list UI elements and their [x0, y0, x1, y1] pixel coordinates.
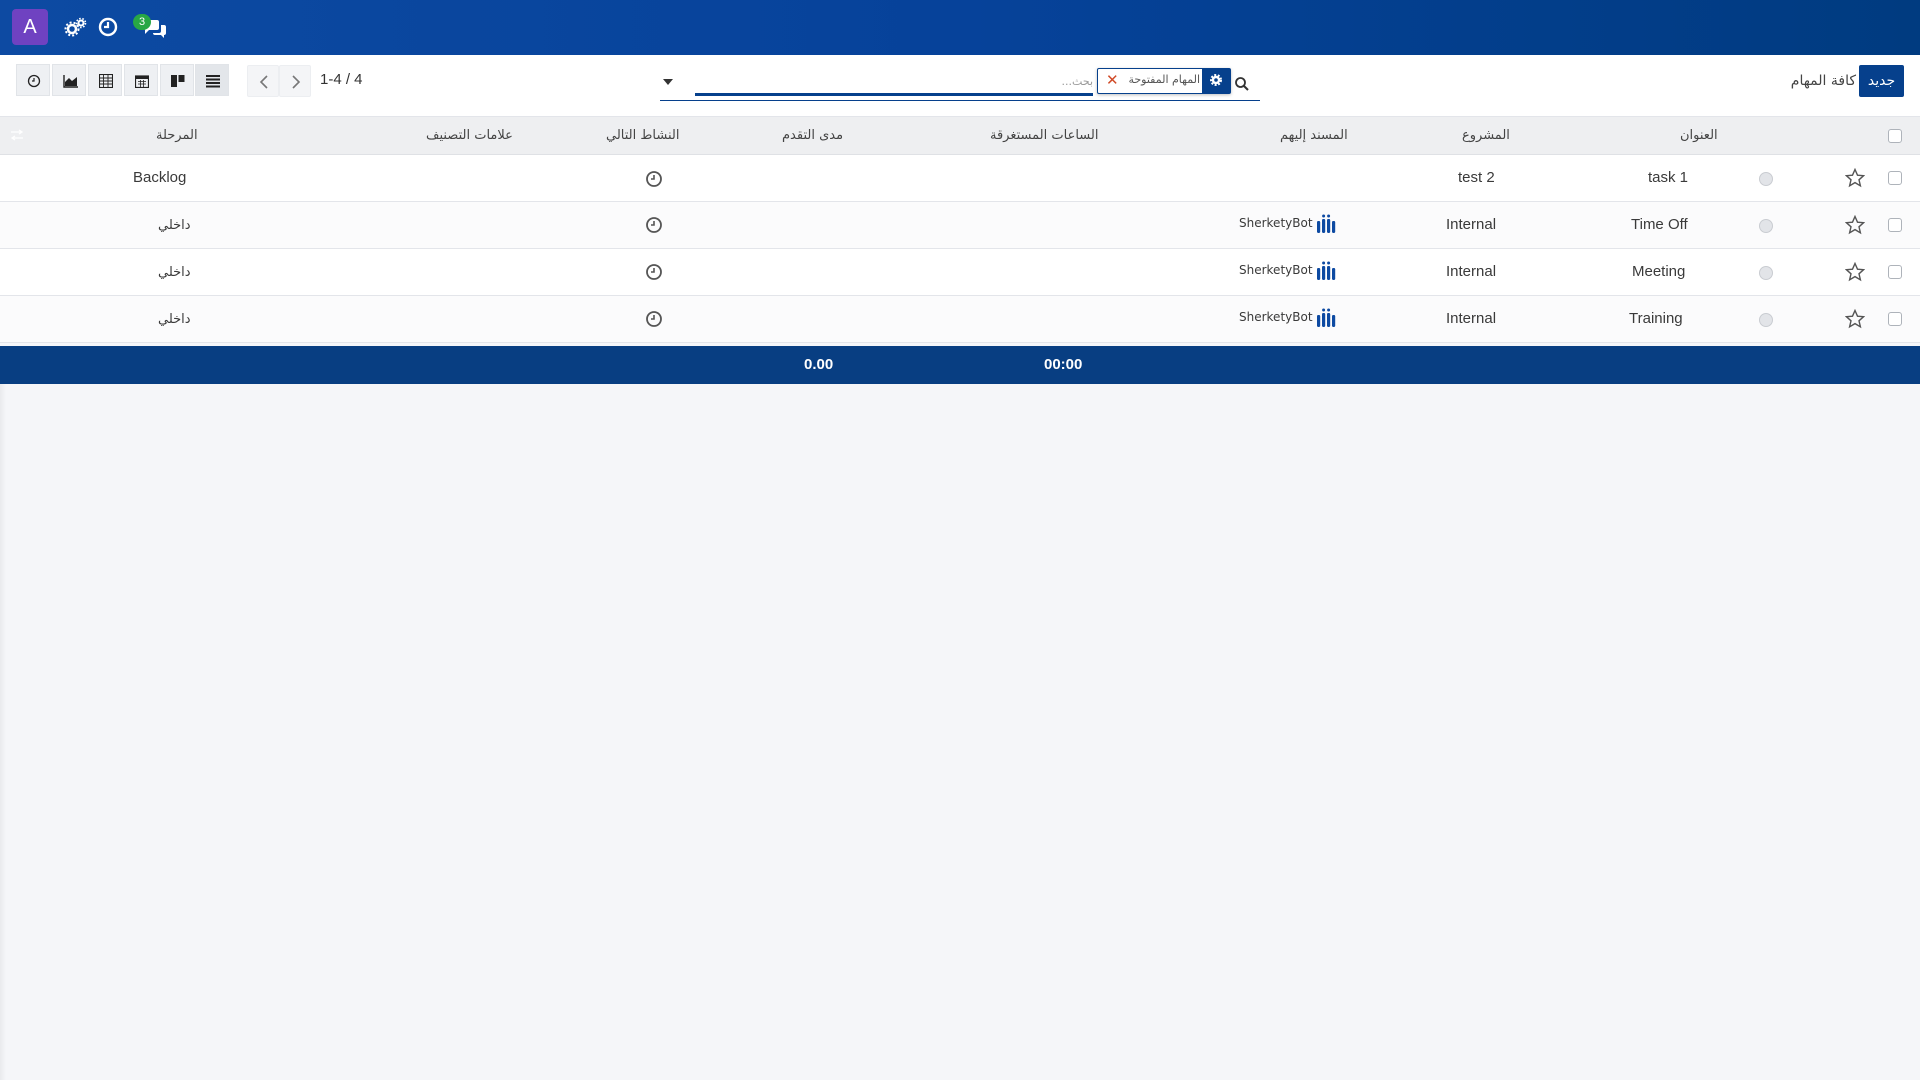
- header-progress[interactable]: مدى التقدم: [782, 128, 843, 143]
- pager-next-button[interactable]: [279, 65, 311, 97]
- top-navbar: A 3: [0, 0, 1920, 55]
- task-stage: داخلي: [158, 218, 191, 233]
- pager-previous-button[interactable]: [247, 65, 279, 97]
- priority-dot[interactable]: [1759, 219, 1773, 233]
- area-chart-icon: [63, 75, 78, 88]
- task-assignee: SherketyBot: [1239, 216, 1313, 230]
- header-stage[interactable]: المرحلة: [156, 128, 198, 143]
- user-avatar[interactable]: A: [12, 9, 48, 45]
- pager-value[interactable]: 1-4 / 4: [320, 71, 363, 88]
- task-assignee: SherketyBot: [1239, 263, 1313, 277]
- task-project: test 2: [1458, 169, 1495, 186]
- search-icon[interactable]: [1234, 76, 1250, 92]
- search-options-caret-icon[interactable]: [663, 79, 673, 85]
- settings-gears-icon[interactable]: [63, 14, 89, 40]
- task-title[interactable]: Training: [1629, 310, 1683, 327]
- row-checkbox[interactable]: [1888, 218, 1902, 232]
- header-tags[interactable]: علامات التصنيف: [426, 128, 513, 143]
- priority-dot[interactable]: [1759, 266, 1773, 280]
- row-checkbox[interactable]: [1888, 312, 1902, 326]
- total-hours: 00:00: [1044, 356, 1083, 373]
- search-input-underline: [695, 93, 1093, 96]
- facet-remove-icon[interactable]: ✕: [1106, 71, 1119, 89]
- row-checkbox[interactable]: [1888, 171, 1902, 185]
- search-bar-border: [660, 100, 1260, 101]
- row-checkbox[interactable]: [1888, 265, 1902, 279]
- star-icon[interactable]: [1845, 215, 1865, 235]
- table-row[interactable]: Meeting Internal SherketyBot داخلي: [0, 249, 1920, 296]
- header-project[interactable]: المشروع: [1462, 128, 1510, 143]
- clock-icon[interactable]: [95, 14, 121, 40]
- graph-view-button[interactable]: [52, 64, 86, 96]
- kanban-icon: [171, 75, 185, 87]
- task-title[interactable]: Meeting: [1632, 263, 1685, 280]
- new-button[interactable]: جديد: [1859, 65, 1904, 97]
- task-assignee: SherketyBot: [1239, 310, 1313, 324]
- clock-icon: [27, 74, 41, 88]
- chat-badge: 3: [133, 14, 151, 30]
- clock-icon[interactable]: [645, 216, 663, 234]
- clock-icon[interactable]: [645, 170, 663, 188]
- table-grid-icon: [99, 74, 113, 88]
- sherketybot-logo-icon: [1317, 308, 1336, 327]
- activity-view-button[interactable]: [16, 64, 50, 96]
- filter-gear-icon: [1202, 69, 1230, 93]
- priority-dot[interactable]: [1759, 313, 1773, 327]
- table-row[interactable]: Time Off Internal SherketyBot داخلي: [0, 202, 1920, 249]
- header-assignee[interactable]: المسند إليهم: [1280, 128, 1348, 143]
- task-stage: داخلي: [158, 265, 191, 280]
- list-icon: [206, 75, 220, 88]
- task-title[interactable]: Time Off: [1631, 216, 1688, 233]
- priority-dot[interactable]: [1759, 172, 1773, 186]
- breadcrumb: كافة المهام: [1790, 73, 1856, 89]
- search-facet[interactable]: المهام المفتوحة ✕: [1097, 68, 1231, 94]
- left-edge-shade: [0, 384, 6, 1080]
- star-icon[interactable]: [1845, 168, 1865, 188]
- facet-label: المهام المفتوحة: [1128, 73, 1200, 86]
- chevron-right-icon: [292, 75, 301, 89]
- select-all-checkbox[interactable]: [1888, 129, 1902, 143]
- task-title[interactable]: task 1: [1648, 169, 1688, 186]
- table-row[interactable]: task 1 test 2 Backlog: [0, 155, 1920, 202]
- pivot-view-button[interactable]: [88, 64, 122, 96]
- list-view-button[interactable]: [195, 64, 229, 96]
- header-hours[interactable]: الساعات المستغرقة: [990, 128, 1098, 143]
- table-totals-footer: 00:00 0.00: [0, 346, 1920, 384]
- header-next-activity[interactable]: النشاط التالي: [606, 128, 679, 143]
- calendar-icon: [135, 75, 149, 88]
- header-title[interactable]: العنوان: [1680, 128, 1718, 143]
- control-panel: جديد كافة المهام المهام المفتوحة ✕ 1-4 /…: [0, 55, 1920, 117]
- task-stage: Backlog: [133, 169, 187, 186]
- kanban-view-button[interactable]: [160, 64, 194, 96]
- chevron-left-icon: [259, 75, 268, 89]
- star-icon[interactable]: [1845, 262, 1865, 282]
- task-project: Internal: [1446, 216, 1497, 233]
- task-project: Internal: [1446, 310, 1497, 327]
- table-row[interactable]: Training Internal SherketyBot داخلي: [0, 296, 1920, 343]
- clock-icon[interactable]: [645, 310, 663, 328]
- clock-icon[interactable]: [645, 263, 663, 281]
- search-input[interactable]: [695, 69, 1093, 93]
- search-bar: المهام المفتوحة ✕: [660, 65, 1260, 103]
- star-icon[interactable]: [1845, 309, 1865, 329]
- sherketybot-logo-icon: [1317, 214, 1336, 233]
- table-header: العنوان المشروع المسند إليهم الساعات الم…: [0, 117, 1920, 155]
- task-stage: داخلي: [158, 312, 191, 327]
- optional-columns-toggle-icon[interactable]: [10, 129, 24, 141]
- sherketybot-logo-icon: [1317, 261, 1336, 280]
- task-project: Internal: [1446, 263, 1497, 280]
- calendar-view-button[interactable]: [124, 64, 158, 96]
- total-progress: 0.00: [804, 356, 834, 373]
